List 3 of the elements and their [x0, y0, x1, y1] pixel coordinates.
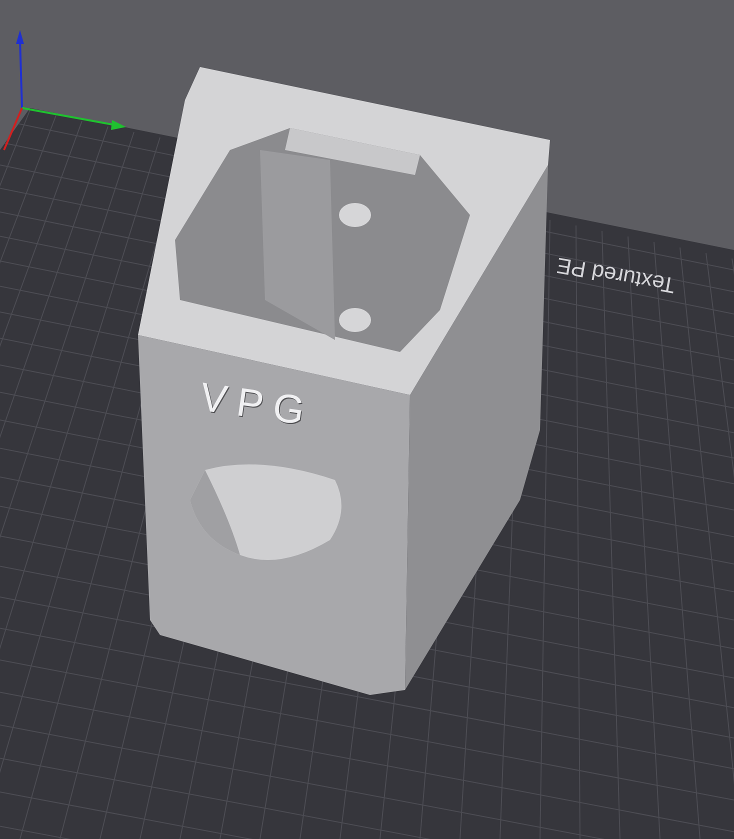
axes-icon [3, 30, 126, 150]
emboss-text: VPG [198, 377, 317, 433]
bed-label: Textured PE [555, 254, 677, 296]
